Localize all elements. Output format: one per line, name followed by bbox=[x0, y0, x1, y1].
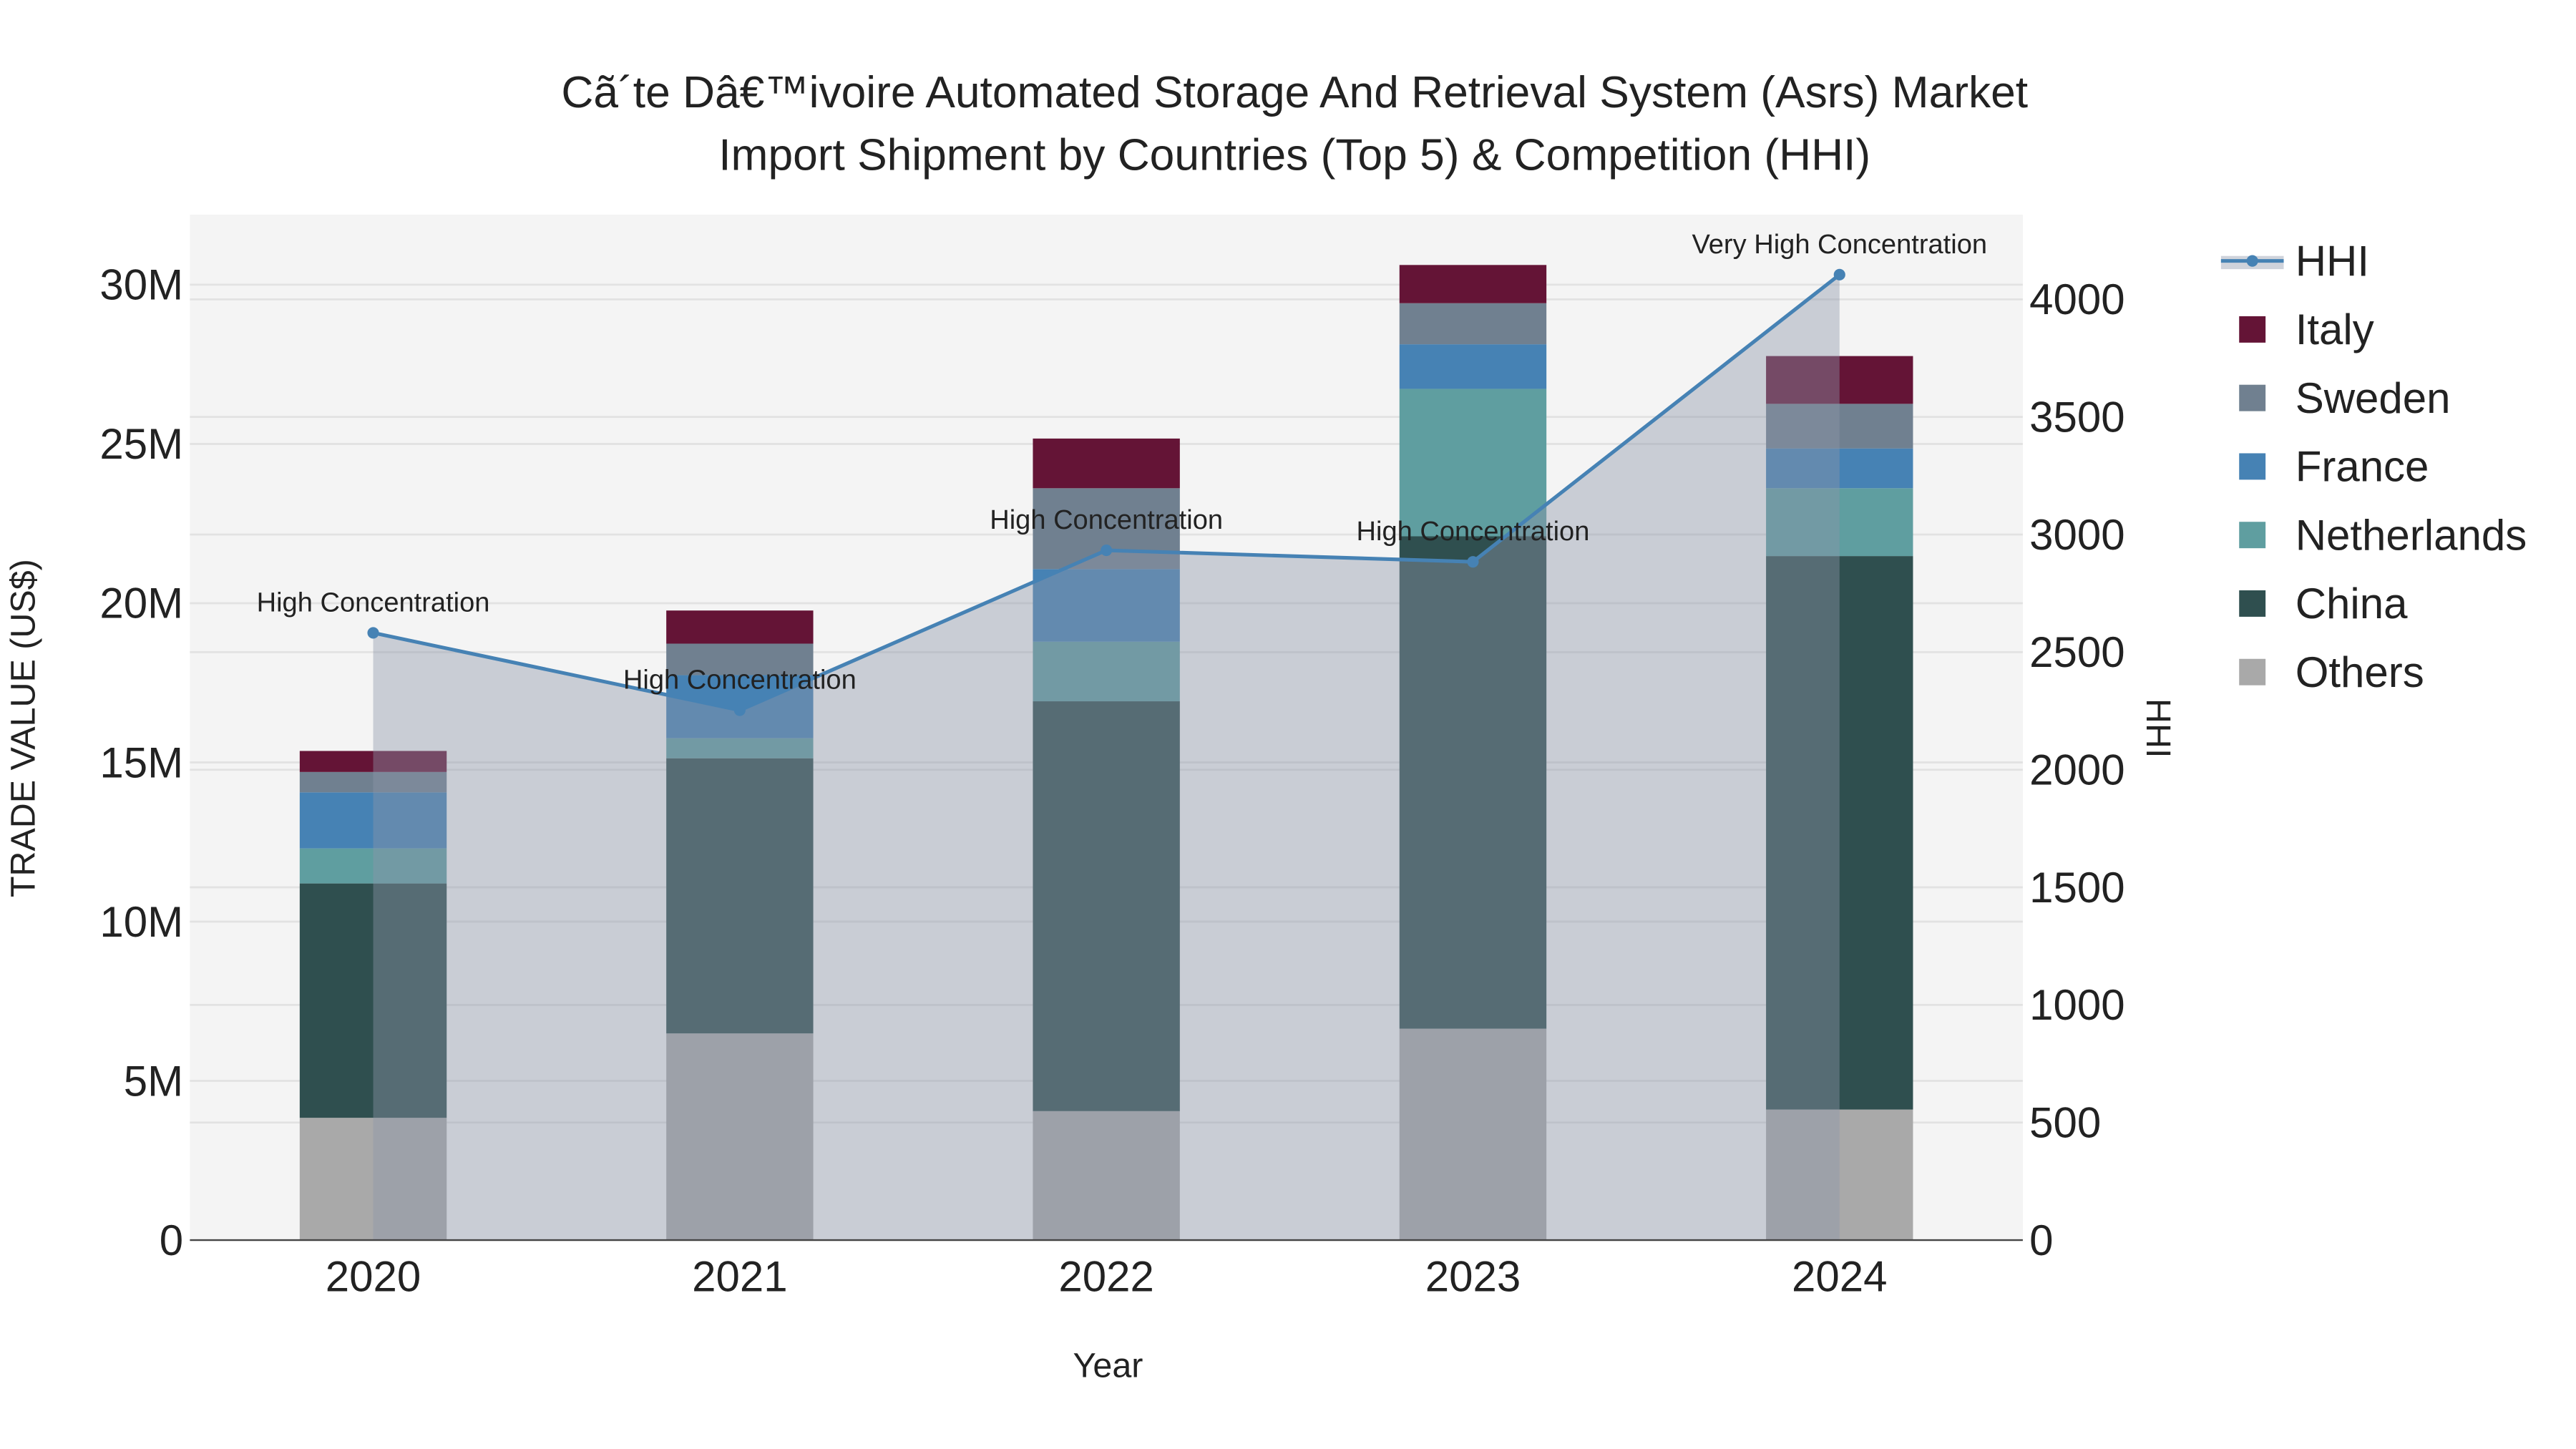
x-tick-label: 2022 bbox=[1058, 1253, 1153, 1301]
legend-label-china: China bbox=[2296, 580, 2408, 628]
legend-swatch-netherlands bbox=[2239, 522, 2266, 549]
chart-title-line1: Cã´te Dâ€™ivoire Automated Storage And R… bbox=[561, 68, 2028, 117]
hhi-point-2021 bbox=[733, 704, 746, 716]
bar-netherlands-2023 bbox=[1399, 389, 1547, 537]
y2-tick-label: 2500 bbox=[2029, 628, 2124, 676]
y-tick-label: 25M bbox=[99, 420, 183, 468]
bar-sweden-2023 bbox=[1399, 303, 1547, 345]
y2-tick-label: 0 bbox=[2029, 1216, 2053, 1264]
y-tick-label: 5M bbox=[124, 1057, 183, 1105]
chart-title-line2: Import Shipment by Countries (Top 5) & C… bbox=[718, 131, 1870, 180]
y2-tick-label: 1500 bbox=[2029, 864, 2124, 912]
y-tick-label: 0 bbox=[160, 1216, 183, 1264]
x-tick-label: 2020 bbox=[326, 1253, 421, 1301]
bar-italy-2023 bbox=[1399, 265, 1547, 303]
y-tick-label: 20M bbox=[99, 580, 183, 628]
hhi-point-2022 bbox=[1101, 544, 1113, 557]
y-axis-label: TRADE VALUE (US$) bbox=[4, 559, 42, 897]
y2-axis-ticks: 0 500 1000 1500 2000 2500 3000 3500 4000 bbox=[2029, 275, 2124, 1264]
legend-swatch-italy bbox=[2239, 316, 2266, 343]
y2-axis-label: HHI bbox=[2139, 698, 2177, 758]
x-axis-label: Year bbox=[1073, 1347, 1143, 1385]
hhi-annotation: High Concentration bbox=[1357, 517, 1590, 547]
x-tick-label: 2021 bbox=[692, 1253, 787, 1301]
legend-label-hhi: HHI bbox=[2296, 237, 2369, 285]
legend-swatch-china bbox=[2239, 590, 2266, 617]
hhi-point-2020 bbox=[367, 627, 379, 639]
legend-swatch-others bbox=[2239, 658, 2266, 686]
chart: Cã´te Dâ€™ivoire Automated Storage And R… bbox=[4, 68, 2527, 1385]
bar-italy-2021 bbox=[666, 610, 814, 644]
y2-tick-label: 500 bbox=[2029, 1099, 2101, 1147]
hhi-point-2024 bbox=[1833, 268, 1845, 280]
hhi-annotation: High Concentration bbox=[623, 665, 857, 696]
y2-tick-label: 3000 bbox=[2029, 511, 2124, 559]
hhi-annotation: High Concentration bbox=[990, 505, 1223, 535]
legend-swatch-france bbox=[2239, 453, 2266, 480]
y-tick-label: 30M bbox=[99, 261, 183, 309]
legend: HHI Italy Sweden France Netherlands China Othe… bbox=[2220, 237, 2527, 696]
y2-tick-label: 3500 bbox=[2029, 393, 2124, 441]
y2-tick-label: 1000 bbox=[2029, 981, 2124, 1029]
legend-marker-hhi bbox=[2246, 255, 2258, 267]
hhi-point-2023 bbox=[1467, 556, 1479, 568]
legend-label-netherlands: Netherlands bbox=[2296, 511, 2527, 559]
legend-label-italy: Italy bbox=[2296, 306, 2374, 353]
legend-label-sweden: Sweden bbox=[2296, 374, 2451, 422]
bar-france-2023 bbox=[1399, 344, 1547, 389]
legend-swatch-sweden bbox=[2239, 384, 2266, 411]
y-axis-ticks: 0 5M 10M 15M 20M 25M 30M bbox=[99, 261, 183, 1264]
x-tick-label: 2023 bbox=[1425, 1253, 1521, 1301]
y2-tick-label: 4000 bbox=[2029, 275, 2124, 323]
x-tick-label: 2024 bbox=[1792, 1253, 1887, 1301]
hhi-annotation: High Concentration bbox=[257, 587, 490, 618]
legend-label-others: Others bbox=[2296, 648, 2424, 696]
bar-italy-2022 bbox=[1033, 438, 1180, 489]
legend-label-france: France bbox=[2296, 443, 2429, 491]
y2-tick-label: 2000 bbox=[2029, 746, 2124, 794]
y-tick-label: 10M bbox=[99, 898, 183, 946]
hhi-annotation: Very High Concentration bbox=[1692, 230, 1987, 260]
x-axis-ticks: 2020 2021 2022 2023 2024 bbox=[326, 1253, 1888, 1301]
y-tick-label: 15M bbox=[99, 738, 183, 786]
